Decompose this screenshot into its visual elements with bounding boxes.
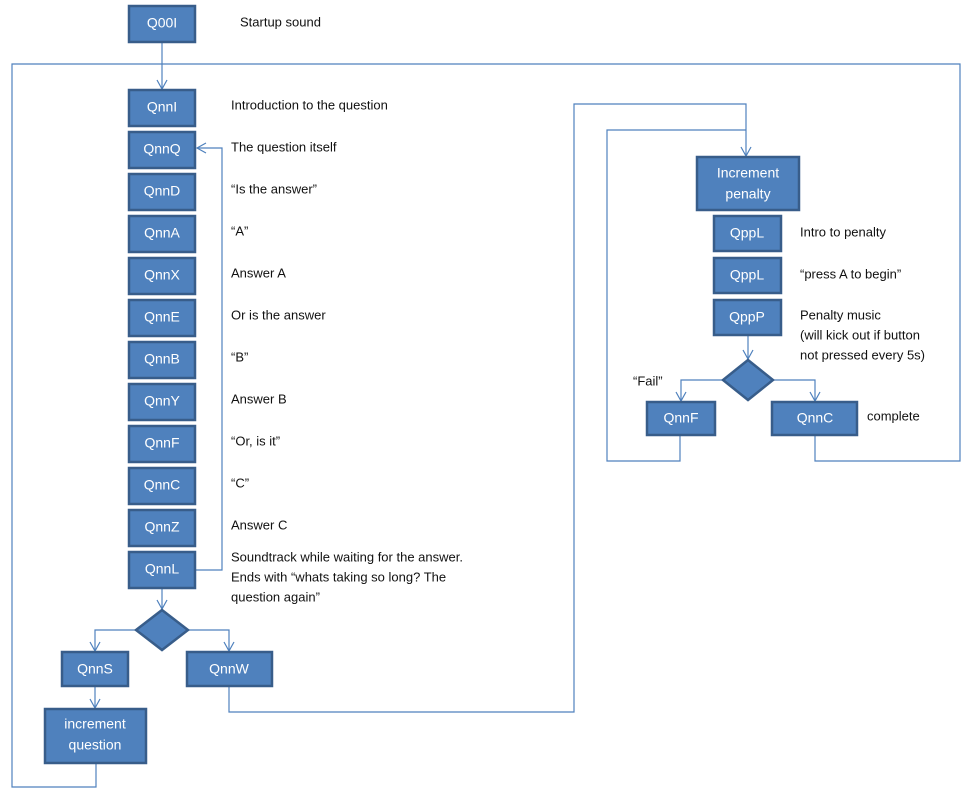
node-qnni: QnnI: [127, 88, 197, 128]
connector-penalty-fail: [675, 379, 722, 403]
node-qnnd: QnnD: [127, 172, 197, 212]
node-qnna: QnnA: [127, 214, 197, 254]
node-label: QnnW: [209, 661, 249, 677]
node-qppp: QppP: [712, 298, 783, 337]
node-label: QnnZ: [144, 519, 179, 535]
node-label: QnnS: [77, 661, 113, 677]
node-note: Intro to penalty: [800, 224, 886, 239]
connector-penalty-complete: [774, 379, 821, 403]
node-label: QnnI: [147, 99, 177, 115]
node-note: (will kick out if button: [800, 327, 920, 342]
penalty-decision-diamond: [720, 358, 776, 402]
node-note: “C”: [231, 475, 249, 490]
node-label: QnnD: [144, 183, 181, 199]
node-qnnf: QnnF: [127, 424, 197, 464]
node-increment-question: increment question: [43, 707, 148, 765]
node-note: “Fail”: [633, 373, 663, 388]
node-note: complete: [867, 408, 920, 423]
node-label: increment: [64, 716, 126, 732]
node-label: Increment: [717, 165, 779, 181]
node-label: QnnF: [144, 435, 179, 451]
node-note: Or is the answer: [231, 307, 326, 322]
node-label: QnnQ: [143, 141, 180, 157]
node-label: QnnY: [144, 393, 180, 409]
node-note: Answer A: [231, 265, 286, 280]
node-label: QnnX: [144, 267, 180, 283]
node-qnns: QnnS: [60, 650, 130, 688]
node-label: QppL: [730, 225, 764, 241]
node-qnny: QnnY: [127, 382, 197, 422]
node-label: penalty: [725, 186, 770, 202]
node-note: Startup sound: [240, 14, 321, 29]
node-qnnz: QnnZ: [127, 508, 197, 548]
node-qppl-press: QppL: [712, 256, 783, 295]
node-label: question: [69, 737, 122, 753]
node-note: Soundtrack while waiting for the answer.: [231, 549, 463, 564]
node-qppl-intro: QppL: [712, 214, 783, 253]
connector-repeat-question: [195, 142, 223, 571]
flowchart: Q00I Startup sound QnnI Introduction to t…: [11, 4, 961, 788]
node-note: Answer B: [231, 391, 287, 406]
node-note: not pressed every 5s): [800, 347, 925, 362]
node-qnnl: QnnL: [127, 550, 197, 590]
node-note: “A”: [231, 223, 248, 238]
node-qnnb: QnnB: [127, 340, 197, 380]
node-qnne: QnnE: [127, 298, 197, 338]
node-qnnc: QnnC: [127, 466, 197, 506]
node-note: “Or, is it”: [231, 433, 280, 448]
node-note: The question itself: [231, 139, 337, 154]
node-label: QnnE: [144, 309, 180, 325]
node-qnnx: QnnX: [127, 256, 197, 296]
node-penalty-fail: QnnF: [645, 400, 717, 437]
node-note: Penalty music: [800, 307, 881, 322]
node-penalty-complete: QnnC: [770, 400, 859, 437]
connector-decision-success: [89, 629, 136, 653]
node-note: question again”: [231, 589, 320, 604]
node-label: QnnA: [144, 225, 180, 241]
node-note: “B”: [231, 349, 248, 364]
node-qnnw: QnnW: [185, 650, 274, 688]
node-note: Introduction to the question: [231, 97, 388, 112]
decision-diamond: [133, 608, 191, 652]
node-label: QnnL: [145, 561, 179, 577]
node-label: QppP: [729, 309, 765, 325]
node-note: Answer C: [231, 517, 287, 532]
connector-decision-wrong: [189, 629, 235, 653]
node-increment-penalty: Increment penalty: [695, 155, 801, 212]
node-q00i: Q00I: [127, 4, 197, 44]
node-label: QnnC: [797, 410, 834, 426]
node-qnnq: QnnQ: [127, 130, 197, 170]
node-note: “Is the answer”: [231, 181, 317, 196]
node-label: QnnF: [663, 410, 698, 426]
node-label: Q00I: [147, 15, 177, 31]
node-label: QnnB: [144, 351, 180, 367]
node-label: QppL: [730, 267, 764, 283]
node-note: “press A to begin”: [800, 266, 901, 281]
node-label: QnnC: [144, 477, 181, 493]
node-note: Ends with “whats taking so long? The: [231, 569, 446, 584]
